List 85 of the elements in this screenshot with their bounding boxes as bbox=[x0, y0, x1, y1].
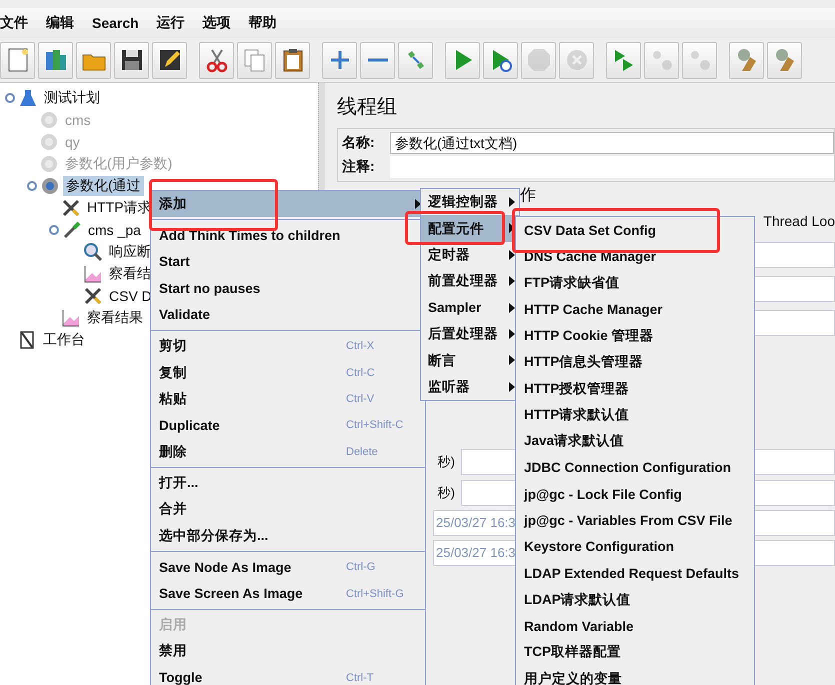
menu-item[interactable]: Toggle Ctrl-T bbox=[151, 664, 425, 685]
tools-icon bbox=[61, 198, 81, 218]
expand-handle[interactable] bbox=[49, 225, 59, 235]
menu-item[interactable]: 断言 bbox=[421, 347, 519, 374]
tree-item[interactable]: 察看结 bbox=[106, 264, 154, 284]
menu-item[interactable]: FTP请求缺省值 bbox=[516, 270, 754, 296]
comment-field[interactable] bbox=[390, 156, 834, 178]
menu-title[interactable]: 编辑 bbox=[46, 14, 74, 32]
tree-item[interactable]: 响应断 bbox=[106, 242, 154, 262]
expand-handle[interactable] bbox=[27, 181, 37, 191]
field-label: 名称: bbox=[342, 134, 376, 152]
menu-item[interactable]: HTTP Cookie 管理器 bbox=[516, 322, 754, 349]
toolbar-button[interactable] bbox=[0, 42, 35, 78]
menu-item[interactable]: Java请求默认值 bbox=[516, 428, 754, 455]
menu-item[interactable]: 前置处理器 bbox=[421, 268, 519, 295]
menu-title[interactable]: 运行 bbox=[156, 14, 185, 32]
menu-item[interactable]: CSV Data Set Config bbox=[516, 217, 754, 244]
chart-icon bbox=[61, 308, 81, 328]
magnifier-icon bbox=[83, 242, 103, 262]
field-label: 注释: bbox=[342, 158, 376, 176]
expand-handle[interactable] bbox=[5, 93, 15, 103]
menu-title[interactable]: 选项 bbox=[202, 14, 231, 32]
tree-item[interactable]: 参数化(通过 bbox=[63, 176, 144, 196]
stop-icon bbox=[526, 47, 552, 73]
menu-item[interactable]: 监听器 bbox=[421, 374, 519, 400]
gear-icon bbox=[39, 110, 59, 130]
menu-item[interactable]: 后置处理器 bbox=[421, 320, 519, 348]
section-title: 作 bbox=[520, 186, 536, 206]
menu-item[interactable]: 用户定义的变量 bbox=[516, 666, 754, 685]
menu-title[interactable]: 文件 bbox=[0, 14, 28, 32]
tree-item[interactable]: 测试计划 bbox=[41, 88, 103, 108]
menu-item[interactable]: 选中部分保存为... bbox=[151, 522, 425, 550]
menu-item[interactable]: jp@gc - Variables From CSV File bbox=[516, 507, 754, 534]
option-label: Thread Loo bbox=[763, 213, 835, 229]
field-label: 秒) bbox=[436, 484, 456, 502]
field-label: 秒) bbox=[436, 452, 456, 470]
menu-item[interactable]: Save Node As Image Ctrl-G bbox=[151, 554, 425, 580]
toolbar-button[interactable] bbox=[114, 42, 149, 78]
menu-item[interactable]: Random Variable bbox=[516, 612, 754, 640]
menu-item[interactable]: HTTP请求默认值 bbox=[516, 402, 754, 428]
menu-title[interactable]: Search bbox=[92, 15, 139, 31]
dropper-icon bbox=[62, 220, 82, 240]
flask-icon bbox=[18, 88, 38, 108]
tree-item[interactable]: cms _pa bbox=[85, 221, 144, 239]
toolbar-button[interactable] bbox=[152, 42, 187, 78]
menu-item[interactable]: 配置元件 bbox=[421, 215, 519, 242]
submenu-arrow-icon bbox=[509, 223, 515, 234]
submenu-arrow-icon bbox=[415, 199, 421, 209]
menu-item[interactable]: Save Screen As Image Ctrl+Shift-G bbox=[151, 580, 425, 607]
copy-icon bbox=[242, 47, 268, 73]
menu-item[interactable]: HTTP信息头管理器 bbox=[516, 348, 754, 376]
submenu-arrow-icon bbox=[509, 197, 515, 207]
menu-item[interactable]: HTTP授权管理器 bbox=[516, 375, 754, 402]
submenu-arrow-icon bbox=[509, 382, 515, 392]
menu-item[interactable]: Sampler bbox=[421, 294, 519, 321]
submenu-arrow-icon bbox=[509, 355, 515, 366]
menu-item[interactable]: 合并 bbox=[151, 496, 425, 523]
menu-item[interactable]: 删除 Delete bbox=[151, 438, 425, 465]
menu-item[interactable]: Keystore Configuration bbox=[516, 534, 754, 560]
menu-item[interactable]: 禁用 bbox=[151, 638, 425, 665]
chart-icon bbox=[83, 264, 103, 284]
menu-item[interactable]: Duplicate Ctrl+Shift-C bbox=[151, 412, 425, 439]
submenu-arrow-icon bbox=[509, 302, 515, 313]
name-field[interactable]: 参数化(通过txt文档) bbox=[390, 132, 834, 154]
menu-item[interactable]: TCP取样器配置 bbox=[516, 639, 754, 666]
submenu-arrow-icon bbox=[509, 250, 515, 260]
menu-title[interactable]: 帮助 bbox=[248, 14, 277, 32]
menu-item[interactable]: JDBC Connection Configuration bbox=[516, 454, 754, 481]
toolbar-button[interactable] bbox=[275, 42, 310, 78]
menu-item[interactable]: 打开... bbox=[151, 470, 425, 496]
gear-icon bbox=[39, 132, 59, 152]
menu-item[interactable]: LDAP Extended Request Defaults bbox=[516, 560, 754, 586]
panel-title: 线程组 bbox=[337, 95, 398, 120]
tools-icon bbox=[83, 286, 103, 306]
menu-item[interactable]: HTTP Cache Manager bbox=[516, 296, 754, 323]
gear-icon bbox=[40, 176, 60, 196]
menu-item[interactable]: 定时器 bbox=[421, 242, 519, 268]
menu-item[interactable]: jp@gc - Lock File Config bbox=[516, 480, 754, 508]
toolbar-button[interactable] bbox=[483, 42, 518, 78]
tree-item[interactable]: 察看结果 bbox=[84, 308, 146, 328]
tree-item[interactable]: 工作台 bbox=[40, 330, 88, 350]
gear-icon bbox=[39, 154, 59, 174]
menu-item[interactable]: LDAP请求默认值 bbox=[516, 586, 754, 613]
submenu-arrow-icon bbox=[509, 276, 515, 286]
submenu-arrow-icon bbox=[509, 328, 515, 339]
